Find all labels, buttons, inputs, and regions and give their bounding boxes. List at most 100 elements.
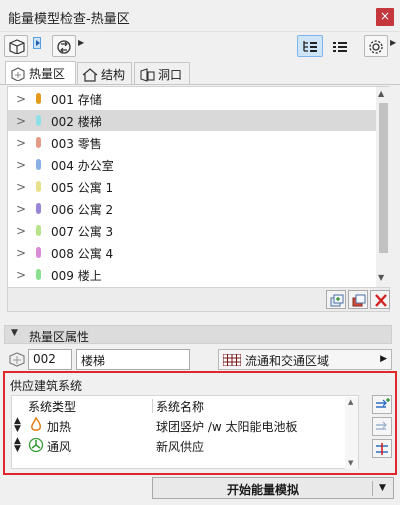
tab-thermal-blocks[interactable]: 热量区: [5, 61, 76, 85]
list-item[interactable]: >001 存储: [8, 88, 376, 109]
zone-label: 008 公寓 4: [51, 247, 114, 261]
systems-scrollbar[interactable]: ▲ ▼: [345, 397, 358, 469]
cube-icon: [9, 39, 25, 54]
tab-label: 热量区: [29, 67, 66, 81]
refresh-button[interactable]: [52, 35, 76, 57]
close-button[interactable]: ×: [376, 8, 394, 26]
zone-label: 006 公寓 2: [51, 203, 114, 217]
chevron-right-icon[interactable]: >: [16, 180, 26, 194]
model-view-dropdown-arrow[interactable]: [33, 37, 41, 49]
list-item[interactable]: >002 楼梯: [8, 110, 376, 131]
column-header-name[interactable]: 系统名称: [156, 398, 204, 415]
zone-label: 007 公寓 3: [51, 225, 114, 239]
table-row[interactable]: ▲ ▼ 加热 球团竖炉 /w 太阳能电池板: [12, 416, 358, 435]
system-name: 新风供应: [156, 440, 205, 454]
model-view-button[interactable]: [4, 35, 28, 57]
color-swatch: [36, 93, 41, 104]
tree-view-toggle[interactable]: [297, 35, 323, 57]
section-label: 热量区属性: [29, 330, 90, 344]
column-header-type[interactable]: 系统类型: [28, 398, 76, 415]
zone-category-dropdown[interactable]: 流通和交通区域 ▶: [218, 349, 392, 370]
color-swatch: [36, 225, 41, 236]
remove-row-icon: [376, 421, 387, 430]
collapse-triangle-icon[interactable]: ▼: [11, 328, 18, 338]
reorder-handle-icon[interactable]: ▲ ▼: [14, 437, 21, 454]
systems-table: 系统类型 系统名称 ▲ ▼ 加热 球团竖炉 /w 太阳能电池板 ▲ ▼ 通风 新风供…: [11, 395, 359, 469]
list-item[interactable]: >007 公寓 3: [8, 220, 376, 241]
tab-bar: 热量区 结构 洞口: [0, 60, 400, 85]
start-energy-simulation-button[interactable]: 开始能量模拟 ▼: [152, 477, 394, 499]
zone-label: 009 楼上: [51, 269, 102, 283]
system-type: 加热: [47, 420, 72, 434]
chevron-right-icon[interactable]: >: [16, 114, 26, 128]
settings-button[interactable]: [364, 35, 388, 57]
add-row-icon: [376, 398, 390, 408]
list-item[interactable]: >009 楼上: [8, 264, 376, 285]
scrollbar-thumb[interactable]: [379, 103, 388, 253]
thermal-zone-list[interactable]: >001 存储 >002 楼梯 >003 零售 >004 办公室 >005 公寓…: [7, 86, 390, 288]
chevron-right-icon[interactable]: >: [16, 158, 26, 172]
zone-label: 003 零售: [51, 137, 102, 151]
scroll-down-icon[interactable]: ▼: [378, 273, 384, 282]
scroll-up-icon[interactable]: ▲: [378, 89, 384, 98]
edit-system-button[interactable]: [372, 439, 392, 458]
opening-icon: [140, 68, 155, 82]
chevron-right-icon[interactable]: >: [16, 246, 26, 260]
chevron-right-icon[interactable]: >: [16, 92, 26, 106]
chevron-right-icon[interactable]: >: [16, 224, 26, 238]
list-item[interactable]: >008 公寓 4: [8, 242, 376, 263]
list-item[interactable]: >005 公寓 1: [8, 176, 376, 197]
color-swatch: [36, 269, 41, 280]
add-system-button[interactable]: [372, 395, 392, 414]
table-row[interactable]: ▲ ▼ 通风 新风供应: [12, 436, 358, 455]
tab-label: 洞口: [158, 68, 183, 82]
flame-icon: [31, 417, 41, 431]
building-systems-title: 供应建筑系统: [10, 379, 83, 393]
zone-number-field[interactable]: 002: [28, 349, 72, 370]
merge-block-icon: [352, 294, 366, 307]
tab-label: 结构: [101, 68, 126, 82]
fan-icon: [28, 437, 44, 453]
start-button-label: 开始能量模拟: [226, 483, 299, 497]
add-zone-button[interactable]: [326, 290, 346, 309]
list-item[interactable]: >004 办公室: [8, 154, 376, 175]
column-separator[interactable]: [152, 399, 153, 413]
remove-system-button[interactable]: [372, 417, 392, 436]
building-systems-panel: 供应建筑系统 系统类型 系统名称 ▲ ▼ 加热 球团竖炉 /w 太阳能电池板 ▲ ▼…: [3, 371, 397, 475]
reorder-handle-icon[interactable]: ▲ ▼: [14, 417, 21, 434]
color-swatch: [36, 203, 41, 214]
list-view-toggle[interactable]: [327, 35, 353, 57]
delete-zone-button[interactable]: [370, 290, 390, 309]
chevron-down-icon[interactable]: ▼: [379, 483, 386, 493]
merge-zone-button[interactable]: [348, 290, 368, 309]
window-title: 能量模型检查-热量区: [8, 12, 130, 27]
scroll-up-icon[interactable]: ▲: [348, 398, 353, 406]
zone-icon: [8, 351, 26, 370]
thermal-block-icon: [11, 67, 25, 82]
add-block-icon: [330, 294, 344, 307]
zone-name-field[interactable]: 楼梯: [76, 349, 190, 370]
list-item[interactable]: >006 公寓 2: [8, 198, 376, 219]
chevron-right-icon[interactable]: >: [16, 202, 26, 216]
scroll-down-icon[interactable]: ▼: [348, 459, 353, 467]
tree-list-icon: [303, 41, 317, 52]
refresh-icon: [57, 40, 71, 54]
chevron-right-icon[interactable]: >: [16, 268, 26, 282]
list-item[interactable]: >003 零售: [8, 132, 376, 153]
color-swatch: [36, 115, 41, 126]
button-separator: [372, 481, 373, 496]
chevron-right-icon[interactable]: >: [16, 136, 26, 150]
tab-openings[interactable]: 洞口: [134, 62, 190, 84]
color-swatch: [36, 247, 41, 258]
grid-pattern-icon: [223, 354, 241, 366]
system-name: 球团竖炉 /w 太阳能电池板: [156, 420, 298, 434]
system-type: 通风: [47, 440, 72, 454]
tab-structures[interactable]: 结构: [77, 62, 132, 84]
settings-dropdown-arrow-icon[interactable]: ▶: [390, 38, 396, 47]
thermal-block-properties-header[interactable]: ▼ 热量区属性: [4, 325, 392, 344]
tab-divider: [0, 84, 400, 85]
refresh-dropdown-arrow-icon[interactable]: ▶: [78, 38, 84, 47]
zone-list-scrollbar[interactable]: ▲ ▼: [376, 87, 390, 287]
chevron-right-icon: ▶: [380, 354, 387, 364]
list-icon: [333, 42, 347, 52]
